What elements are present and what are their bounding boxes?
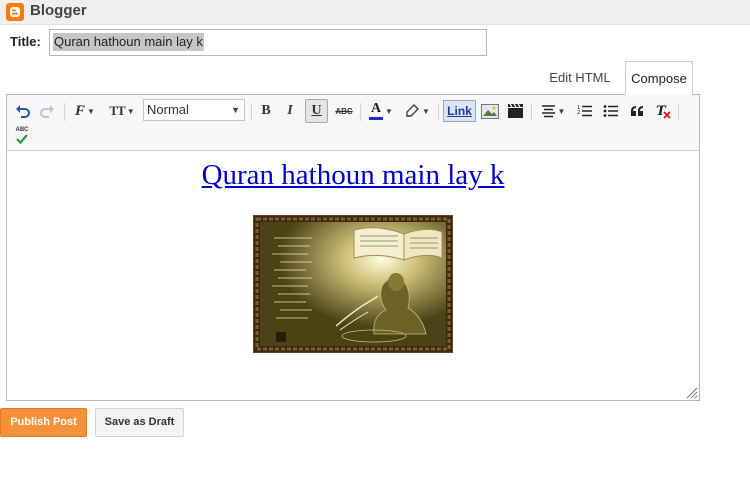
bold-button[interactable]: B xyxy=(256,100,276,122)
spellcheck-glyph: ABC xyxy=(15,126,29,133)
underline-button[interactable]: U xyxy=(305,99,328,123)
chevron-down-icon: ▼ xyxy=(422,106,430,116)
title-label: Title: xyxy=(10,34,41,49)
italic-button[interactable]: I xyxy=(280,100,300,122)
paragraph-format-select[interactable]: Normal ▼ xyxy=(143,99,245,121)
toolbar-separator xyxy=(531,103,532,121)
checkmark-icon xyxy=(16,133,28,144)
app-header: Blogger xyxy=(0,0,750,25)
toolbar-separator xyxy=(251,103,252,121)
toolbar-separator xyxy=(438,103,439,121)
tab-compose[interactable]: Compose xyxy=(625,61,693,95)
publish-post-button[interactable]: Publish Post xyxy=(0,408,87,437)
toolbar-separator xyxy=(678,103,679,121)
editor-content[interactable]: Quran hathoun main lay k xyxy=(7,151,699,400)
text-color-button[interactable]: A ▼ xyxy=(365,99,397,123)
bullet-list-icon[interactable] xyxy=(600,100,622,122)
highlighter-icon xyxy=(406,104,420,117)
post-image[interactable] xyxy=(253,215,453,353)
numbered-list-icon[interactable]: 12 xyxy=(574,100,596,122)
format-value: Normal xyxy=(147,102,189,117)
chevron-down-icon: ▼ xyxy=(126,106,135,116)
font-family-button[interactable]: F ▼ xyxy=(69,100,101,122)
link-button[interactable]: Link xyxy=(443,100,476,122)
blockquote-icon[interactable] xyxy=(626,100,648,122)
chevron-down-icon: ▼ xyxy=(385,106,393,116)
save-as-draft-button[interactable]: Save as Draft xyxy=(95,408,184,437)
highlight-color-button[interactable]: ▼ xyxy=(401,100,433,122)
insert-video-icon[interactable] xyxy=(504,100,526,122)
post-title-input[interactable]: Quran hathoun main lay k xyxy=(49,29,487,56)
insert-image-icon[interactable] xyxy=(479,100,501,122)
editor-toolbar: F ▼ TT ▼ Normal ▼ B I U ABC A ▼ ▼ Link ▼… xyxy=(7,95,699,151)
post-title-value: Quran hathoun main lay k xyxy=(53,33,204,51)
undo-icon[interactable] xyxy=(13,100,33,122)
svg-text:2: 2 xyxy=(577,110,580,116)
align-center-icon xyxy=(541,104,555,117)
chevron-down-icon: ▼ xyxy=(87,106,95,116)
font-icon: F xyxy=(75,102,86,119)
strikethrough-button[interactable]: ABC xyxy=(333,100,355,122)
spellcheck-icon[interactable]: ABC xyxy=(13,125,31,145)
alignment-button[interactable]: ▼ xyxy=(536,100,570,122)
blogger-logo-icon[interactable] xyxy=(6,3,24,21)
font-size-icon: TT xyxy=(109,103,125,118)
tab-edit-html[interactable]: Edit HTML xyxy=(540,62,620,94)
resize-grip-icon[interactable] xyxy=(686,387,698,399)
brand-name: Blogger xyxy=(30,2,87,19)
toolbar-separator xyxy=(64,103,65,121)
redo-icon[interactable] xyxy=(37,100,57,122)
text-color-glyph: A xyxy=(371,101,382,116)
text-color-icon: A xyxy=(369,101,384,121)
quran-illustration-image xyxy=(254,216,452,352)
post-heading-link[interactable]: Quran hathoun main lay k xyxy=(7,159,699,192)
remove-formatting-icon[interactable]: T xyxy=(652,100,674,122)
chevron-down-icon: ▼ xyxy=(231,105,240,115)
chevron-down-icon: ▼ xyxy=(557,106,566,116)
font-size-button[interactable]: TT ▼ xyxy=(105,100,139,122)
toolbar-separator xyxy=(360,103,361,121)
text-color-bar xyxy=(369,117,384,120)
post-editor: F ▼ TT ▼ Normal ▼ B I U ABC A ▼ ▼ Link ▼… xyxy=(6,94,700,401)
